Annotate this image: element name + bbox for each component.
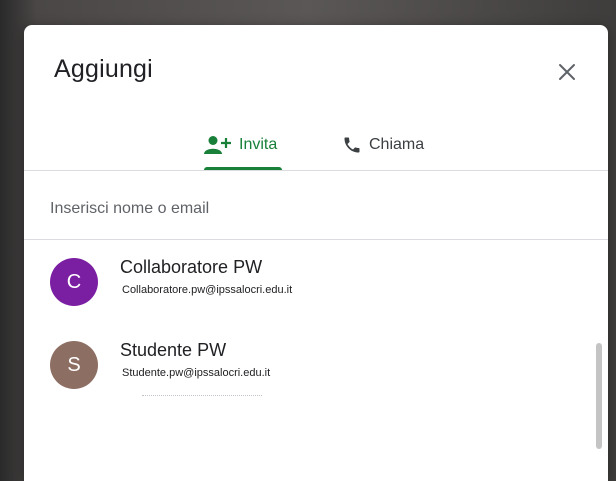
- tab-bar: Invita Chiama: [24, 120, 608, 170]
- tab-invite-label: Invita: [239, 136, 278, 153]
- person-add-icon: [204, 136, 231, 154]
- contact-email: Collaboratore.pw@ipssalocri.edu.it: [122, 284, 293, 296]
- search-divider: [24, 239, 608, 240]
- dialog-title: Aggiungi: [54, 55, 153, 83]
- contact-name: Collaboratore PW: [120, 257, 263, 277]
- tab-call[interactable]: Chiama: [342, 120, 424, 170]
- add-people-dialog: Aggiungi Invita Chiama C Collabo: [24, 25, 608, 481]
- contact-email: Studente.pw@ipssalocri.edu.it: [122, 367, 271, 379]
- close-icon: [559, 64, 575, 80]
- tab-invite[interactable]: Invita: [204, 120, 277, 170]
- avatar-initial: C: [66, 270, 82, 293]
- contact-name: Studente PW: [120, 340, 227, 360]
- close-button[interactable]: [552, 57, 582, 87]
- scrollbar-thumb[interactable]: [596, 343, 602, 449]
- tabs-divider: [24, 170, 608, 171]
- search-input[interactable]: [50, 191, 580, 227]
- partial-row-divider: [142, 395, 262, 398]
- phone-icon: [344, 137, 360, 153]
- contact-item[interactable]: C Collaboratore PW Collaboratore.pw@ipss…: [24, 251, 594, 315]
- avatar: S: [50, 341, 98, 389]
- avatar-initial: S: [67, 353, 81, 376]
- avatar: C: [50, 258, 98, 306]
- contact-item[interactable]: S Studente PW Studente.pw@ipssalocri.edu…: [24, 334, 594, 398]
- tab-call-label: Chiama: [369, 136, 425, 153]
